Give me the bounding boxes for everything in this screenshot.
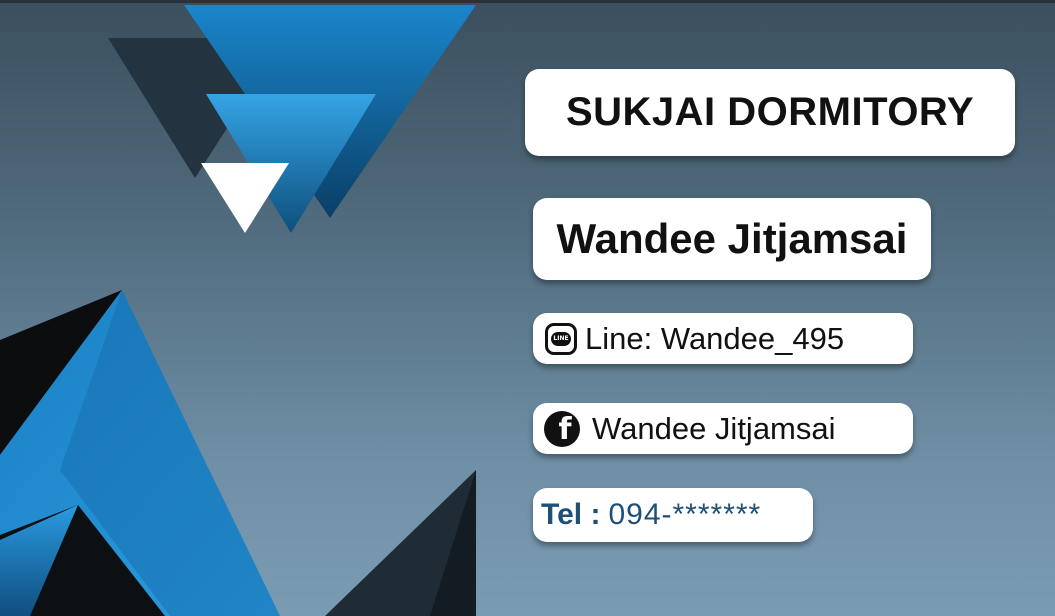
owner-name-card: Wandee Jitjamsai — [533, 198, 931, 280]
line-icon: LINE — [545, 322, 577, 355]
telephone-card[interactable]: Tel : 094-******* — [533, 488, 813, 542]
line-icon-bubble: LINE — [551, 331, 571, 346]
line-icon-badge: LINE — [553, 335, 569, 342]
tel-number: 094-******* — [608, 498, 762, 531]
line-contact-card[interactable]: LINE Line: Wandee_495 — [533, 313, 913, 364]
dormitory-title-card: SUKJAI DORMITORY — [525, 69, 1015, 156]
line-id-text: Line: Wandee_495 — [585, 320, 845, 356]
facebook-name-text: Wandee Jitjamsai — [592, 410, 836, 446]
facebook-icon: f — [544, 410, 580, 447]
tel-label: Tel : — [541, 498, 601, 531]
dormitory-title: SUKJAI DORMITORY — [565, 90, 975, 134]
facebook-contact-card[interactable]: f Wandee Jitjamsai — [533, 403, 913, 454]
owner-name: Wandee Jitjamsai — [556, 215, 908, 262]
